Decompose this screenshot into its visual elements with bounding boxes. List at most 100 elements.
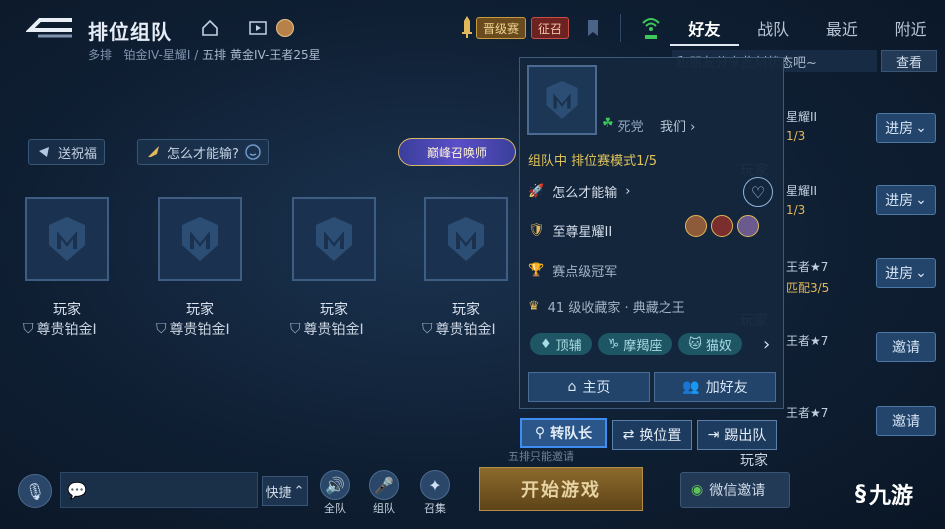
signal-icon: [641, 15, 661, 41]
player-name: 玩家: [186, 302, 214, 318]
collector-label: 41 级收藏家 · 典藏之王: [547, 301, 685, 316]
view-button[interactable]: 查看: [881, 50, 937, 72]
add-friend-icon: 👥: [682, 379, 700, 395]
friend-rank: 星耀II: [786, 110, 818, 124]
chat-input[interactable]: 💬: [60, 472, 258, 508]
rank-shield-icon: ⛉: [23, 321, 34, 337]
friend-count: 匹配3/5: [786, 281, 830, 295]
like-button[interactable]: ♡: [743, 177, 773, 207]
heart-icon: ♡: [750, 182, 766, 202]
wechat-invite-label: 微信邀请: [709, 483, 766, 499]
player-slot[interactable]: 玩家 ⛉ 尊贵铂金I: [422, 197, 508, 339]
tag-label: 猫奴: [705, 338, 732, 354]
summon-badge[interactable]: 征召: [531, 17, 570, 39]
divider: [620, 14, 621, 42]
peak-summoner-banner: 巅峰召唤师: [398, 138, 516, 166]
separator: /: [194, 48, 199, 62]
home-button[interactable]: [197, 15, 223, 41]
add-friend-button[interactable]: 👥 加好友: [654, 372, 776, 402]
friend-count: 1/3: [786, 129, 806, 143]
bottom-bar: 🎙 💬 快捷 ⌃ 🔊 全队 🎤 组队 ✦ 召集 开始游戏 ◉ 微信邀请 § 九游: [0, 462, 945, 529]
promo-badge[interactable]: 晋级赛: [476, 17, 527, 39]
page-title: 排位组队: [88, 20, 172, 44]
invite-button[interactable]: 邀请: [876, 406, 936, 436]
all-team-voice-button[interactable]: 🔊 全队: [320, 470, 350, 516]
wechat-icon: ◉: [691, 482, 704, 498]
wechat-invite-button[interactable]: ◉ 微信邀请: [680, 472, 790, 508]
friend-row[interactable]: 星耀II 1/3: [786, 108, 817, 143]
relation-label: 死党: [617, 120, 644, 135]
chevron-right-icon: ›: [690, 120, 696, 135]
chevron-down-icon: ⌄: [915, 265, 927, 281]
multi-range: 铂金IV-星耀I: [123, 48, 191, 62]
avatar-placeholder: [292, 197, 376, 281]
flag-button[interactable]: [580, 15, 606, 41]
tag-item[interactable]: ♑ 摩羯座: [597, 333, 673, 355]
rocket-icon: 🚀: [528, 184, 545, 199]
tag-item[interactable]: 🐱 猫奴: [678, 333, 742, 355]
summon-icon: ✦: [420, 470, 450, 500]
friend-row[interactable]: 星耀II 1/3: [786, 182, 817, 217]
exit-icon: ⇥: [707, 427, 720, 443]
avatar-placeholder: [25, 197, 109, 281]
how-lose-chip[interactable]: 怎么才能输?: [137, 139, 269, 165]
player-slot[interactable]: 玩家 ⛉ 尊贵铂金I: [156, 197, 242, 339]
join-label: 进房: [885, 266, 914, 282]
motto-row[interactable]: 🚀 怎么才能输 ›: [528, 182, 630, 201]
tab-recent[interactable]: 最近: [808, 10, 877, 46]
chevron-down-icon: ⌄: [915, 192, 927, 208]
watermark-logo: § 九游: [855, 478, 913, 510]
team-voice-button[interactable]: 🎤 组队: [369, 470, 399, 516]
we-link[interactable]: 我们 ›: [660, 116, 695, 135]
rocket-icon: [148, 146, 159, 157]
rank-label: 尊贵铂金I: [169, 322, 230, 338]
join-room-button[interactable]: 进房 ⌄: [876, 113, 936, 143]
kick-button[interactable]: ⇥ 踢出队: [697, 420, 777, 450]
chevron-down-icon: ⌄: [915, 120, 927, 136]
profile-avatar[interactable]: [527, 65, 597, 135]
summon-button[interactable]: ✦ 召集: [420, 470, 450, 516]
relation: ☘ 死党: [602, 116, 644, 135]
player-slot[interactable]: 玩家 ⛉ 尊贵铂金I: [23, 197, 109, 339]
banner-label: 巅峰召唤师: [426, 145, 487, 160]
helmet-icon: [448, 217, 484, 261]
transfer-leader-button[interactable]: ⚲ 转队长: [520, 418, 607, 448]
tab-friends[interactable]: 好友: [670, 10, 739, 46]
start-game-button[interactable]: 开始游戏: [479, 467, 643, 511]
quick-label: 快捷: [265, 485, 292, 501]
watermark-label: 九游: [869, 484, 914, 509]
join-room-button[interactable]: 进房 ⌄: [876, 185, 936, 215]
hero-avatar[interactable]: [685, 215, 707, 237]
home-page-label: 主页: [582, 380, 611, 396]
tab-nearby[interactable]: 附近: [876, 10, 945, 46]
back-button[interactable]: [25, 14, 76, 44]
hero-avatar[interactable]: [711, 215, 733, 237]
support-icon: ♦: [540, 336, 552, 352]
voice-button[interactable]: 🎙: [18, 474, 52, 508]
home-icon: [202, 19, 218, 36]
player-slot[interactable]: 玩家 ⛉ 尊贵铂金I: [290, 197, 376, 339]
friend-row[interactable]: 王者★7 匹配3/5: [786, 258, 829, 296]
team-label: 组队: [373, 502, 395, 515]
join-room-button[interactable]: 进房 ⌄: [876, 258, 936, 288]
quick-chat-button[interactable]: 快捷 ⌃: [262, 476, 308, 506]
player-rank: ⛉ 尊贵铂金I: [422, 319, 508, 339]
tags-next-button[interactable]: ›: [763, 334, 770, 355]
rank-badge-icon: 🛡: [528, 223, 545, 238]
player-name: 玩家: [53, 302, 81, 318]
friend-count: 1/3: [786, 203, 806, 217]
join-label: 进房: [885, 193, 914, 209]
home-page-button[interactable]: ⌂ 主页: [528, 372, 650, 402]
invite-button[interactable]: 邀请: [876, 332, 936, 362]
hero-avatar[interactable]: [737, 215, 759, 237]
rank-range: 多排 铂金IV-星耀I / 五排 黄金IV-王者25星: [88, 46, 321, 63]
replay-button[interactable]: [245, 15, 271, 41]
tag-item[interactable]: ♦ 顶辅: [530, 333, 592, 355]
rank-row: 🛡 至尊星耀II: [528, 221, 612, 240]
swap-position-button[interactable]: ⇄ 换位置: [612, 420, 692, 450]
tab-squad[interactable]: 战队: [739, 10, 808, 46]
chevron-right-icon: ›: [625, 184, 631, 199]
blessing-chip[interactable]: 送祝福: [28, 139, 106, 165]
team-status: 组队中 排位赛模式1/5: [528, 154, 658, 169]
avatar[interactable]: [276, 19, 294, 37]
